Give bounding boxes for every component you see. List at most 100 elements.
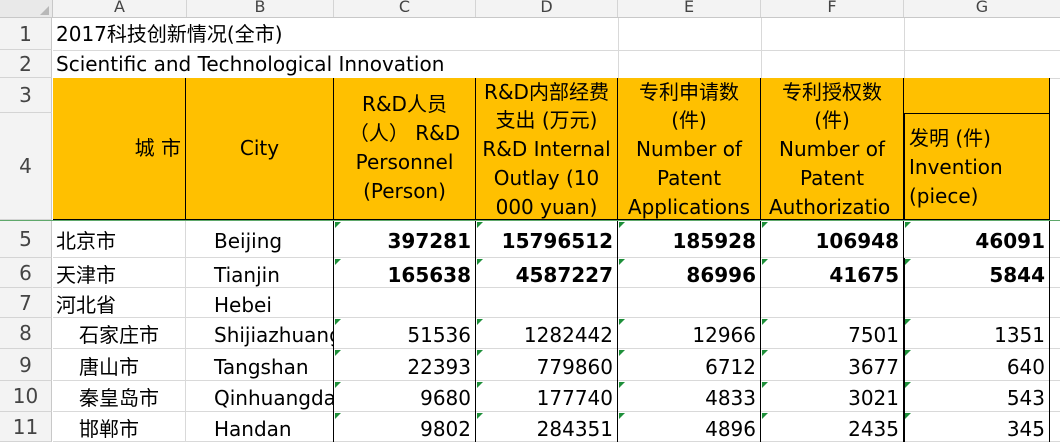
cell-en-row-6[interactable]: Tianjin xyxy=(186,258,334,288)
cell-e-row-11[interactable]: 4896 xyxy=(618,412,761,442)
cell-cn-row-5[interactable]: 北京市 xyxy=(53,221,186,258)
cell-d-row-8[interactable]: 1282442 xyxy=(476,318,618,349)
cell-e-row-10[interactable]: 4833 xyxy=(618,381,761,412)
row-header-3[interactable]: 3 xyxy=(0,78,52,113)
cell-e-row-9[interactable]: 6712 xyxy=(618,349,761,381)
cell-f-row-9[interactable]: 3677 xyxy=(761,349,904,381)
header-g3[interactable] xyxy=(904,78,1050,113)
cell-en-row-8[interactable]: Shijiazhuang xyxy=(186,318,334,349)
cell-c-row-11[interactable]: 9802 xyxy=(334,412,476,442)
cell-c-row-6[interactable]: 165638 xyxy=(334,258,476,288)
header-rd-outlay-line4: Outlay (10 xyxy=(493,166,600,190)
cell-g-row-5[interactable]: 46091 xyxy=(904,221,1050,258)
cell-cn-row-11[interactable]: 邯郸市 xyxy=(53,412,186,442)
title-cn-cell[interactable]: 2017科技创新情况(全市) xyxy=(56,18,616,50)
row-header-6[interactable]: 6 xyxy=(0,258,52,288)
column-header-d[interactable]: D xyxy=(476,0,618,17)
row-header-10[interactable]: 10 xyxy=(0,381,52,412)
cell-d-row-7[interactable] xyxy=(476,288,618,318)
header-invention[interactable]: 发明 (件) Invention (piece) xyxy=(904,113,1050,220)
header-patent-app-line4: Patent xyxy=(656,166,722,190)
number-stored-as-text-indicator xyxy=(619,259,625,265)
cell-c-row-10[interactable]: 9680 xyxy=(334,381,476,412)
row-header-5[interactable]: 5 xyxy=(0,220,52,258)
column-header-c[interactable]: C xyxy=(334,0,476,17)
header-patent-authorizations[interactable]: 专利授权数 (件) Number of Patent Authorizatio xyxy=(761,78,904,220)
cell-cn-row-7[interactable]: 河北省 xyxy=(53,288,186,318)
cell-e-row-6[interactable]: 86996 xyxy=(618,258,761,288)
header-rd-outlay-line2: 支出 (万元) xyxy=(495,108,598,132)
gridline xyxy=(618,18,619,78)
cell-f-row-8[interactable]: 7501 xyxy=(761,318,904,349)
row-header-11[interactable]: 11 xyxy=(0,412,52,442)
number-stored-as-text-indicator xyxy=(762,413,768,419)
cell-cn-row-8[interactable]: 石家庄市 xyxy=(53,318,186,349)
column-header-b[interactable]: B xyxy=(187,0,334,17)
number-stored-as-text-indicator xyxy=(905,222,911,228)
cell-f-row-11[interactable]: 2435 xyxy=(761,412,904,442)
cell-d-row-10[interactable]: 177740 xyxy=(476,381,618,412)
cell-e-row-5[interactable]: 185928 xyxy=(618,221,761,258)
cell-c-row-5[interactable]: 397281 xyxy=(334,221,476,258)
row-header-7[interactable]: 7 xyxy=(0,288,52,318)
number-stored-as-text-indicator xyxy=(335,222,341,228)
row-header-9[interactable]: 9 xyxy=(0,349,52,381)
cell-c-row-8[interactable]: 51536 xyxy=(334,318,476,349)
header-rd-personnel[interactable]: R&D人员 （人） R&D Personnel (Person) xyxy=(334,78,476,220)
cell-e-row-7[interactable] xyxy=(618,288,761,318)
cell-en-row-10[interactable]: Qinhuangdao xyxy=(186,381,334,412)
cell-cn-row-6[interactable]: 天津市 xyxy=(53,258,186,288)
cell-en-row-11[interactable]: Handan xyxy=(186,412,334,442)
cell-g-row-6[interactable]: 5844 xyxy=(904,258,1050,288)
cell-en-row-5[interactable]: Beijing xyxy=(186,221,334,258)
column-header-a[interactable]: A xyxy=(53,0,187,17)
select-all-icon xyxy=(40,6,49,15)
column-header-g[interactable]: G xyxy=(904,0,1060,17)
header-patent-auth-line1: 专利授权数 xyxy=(782,80,882,104)
header-rd-outlay[interactable]: R&D内部经费 支出 (万元) R&D Internal Outlay (10 … xyxy=(476,78,618,220)
cell-g-row-10[interactable]: 543 xyxy=(904,381,1050,412)
header-patent-app-line1: 专利申请数 xyxy=(639,80,739,104)
cell-en-row-7[interactable]: Hebei xyxy=(186,288,334,318)
column-header-e[interactable]: E xyxy=(618,0,761,17)
cell-c-row-7[interactable] xyxy=(334,288,476,318)
column-header-bar: A B C D E F G xyxy=(0,0,1060,18)
cell-g-row-11[interactable]: 345 xyxy=(904,412,1050,442)
header-rd-personnel-line3: Personnel xyxy=(355,150,454,174)
row-header-1[interactable]: 1 xyxy=(0,18,52,50)
number-stored-as-text-indicator xyxy=(762,350,768,356)
column-header-f[interactable]: F xyxy=(761,0,904,17)
cell-c-row-9[interactable]: 22393 xyxy=(334,349,476,381)
cell-d-row-11[interactable]: 284351 xyxy=(476,412,618,442)
cell-f-row-10[interactable]: 3021 xyxy=(761,381,904,412)
cell-en-row-9[interactable]: Tangshan xyxy=(186,349,334,381)
row-header-2[interactable]: 2 xyxy=(0,50,52,78)
header-invention-line3: (piece) xyxy=(909,184,979,208)
cell-g-row-8[interactable]: 1351 xyxy=(904,318,1050,349)
cell-d-row-9[interactable]: 779860 xyxy=(476,349,618,381)
cell-f-row-5[interactable]: 106948 xyxy=(761,221,904,258)
header-patent-applications[interactable]: 专利申请数 (件) Number of Patent Applications xyxy=(618,78,761,220)
header-city-en[interactable]: City xyxy=(186,78,334,220)
cell-d-row-6[interactable]: 4587227 xyxy=(476,258,618,288)
cell-f-row-6[interactable]: 41675 xyxy=(761,258,904,288)
cell-e-row-8[interactable]: 12966 xyxy=(618,318,761,349)
number-stored-as-text-indicator xyxy=(477,319,483,325)
cell-cn-row-9[interactable]: 唐山市 xyxy=(53,349,186,381)
spreadsheet[interactable]: A B C D E F G 1 2 3 4 5 6 7 8 9 10 11 20… xyxy=(0,0,1060,442)
header-city-cn[interactable]: 城 市 xyxy=(53,78,186,220)
cell-g-row-9[interactable]: 640 xyxy=(904,349,1050,381)
row-header-4[interactable]: 4 xyxy=(0,113,52,220)
cell-cn-row-10[interactable]: 秦皇岛市 xyxy=(53,381,186,412)
header-invention-line1: 发明 (件) xyxy=(909,126,991,150)
header-rd-outlay-line1: R&D内部经费 xyxy=(484,80,609,104)
row-header-8[interactable]: 8 xyxy=(0,318,52,349)
title-en-cell[interactable]: Scientific and Technological Innovation xyxy=(56,50,616,78)
number-stored-as-text-indicator xyxy=(905,319,911,325)
cell-f-row-7[interactable] xyxy=(761,288,904,318)
cell-d-row-5[interactable]: 15796512 xyxy=(476,221,618,258)
cell-g-row-7[interactable] xyxy=(904,288,1050,318)
select-all-corner[interactable] xyxy=(0,0,53,17)
gridline xyxy=(761,18,762,78)
number-stored-as-text-indicator xyxy=(477,350,483,356)
